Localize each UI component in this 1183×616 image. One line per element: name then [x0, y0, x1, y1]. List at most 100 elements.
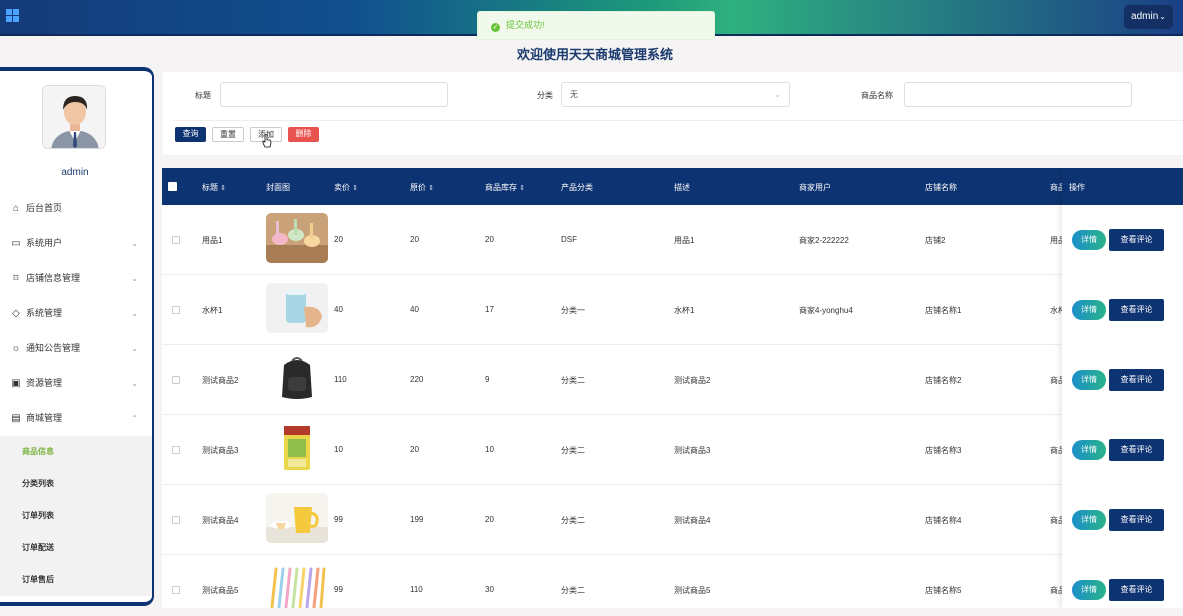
column-header-original-price[interactable]: 原价 ⇕ — [410, 182, 434, 193]
sidebar-item-system-mgmt[interactable]: ◇ 系统管理 ⌄ — [0, 296, 152, 331]
sidebar-item-home[interactable]: ⌂ 后台首页 — [0, 191, 152, 226]
table-row: 测试商品2 110 220 9 分类二 测试商品2 店铺名称2 商品 — [162, 345, 1183, 415]
cell-original-price: 40 — [410, 305, 419, 314]
view-reviews-button[interactable]: 查看评论 — [1109, 579, 1164, 601]
category-filter-label: 分类 — [537, 91, 553, 100]
sidebar-item-label: 系统用户 — [26, 238, 63, 248]
chevron-down-icon: ⌄ — [131, 344, 138, 353]
sidebar-item-label: 店铺信息管理 — [26, 273, 81, 283]
column-header-price[interactable]: 卖价 ⇕ — [334, 182, 358, 193]
cell-original-price: 199 — [410, 515, 424, 524]
cell-category: 分类一 — [561, 306, 585, 315]
cell-merchant: 商家4-yonghu4 — [799, 306, 853, 315]
view-reviews-button[interactable]: 查看评论 — [1109, 299, 1164, 321]
column-header-shop: 店铺名称 — [925, 183, 957, 192]
search-panel: 标题 分类 无⌄ 商品名称 查询 重置 添加 删除 — [163, 72, 1183, 155]
name-filter-input[interactable] — [904, 82, 1132, 107]
cell-shop: 店铺名称3 — [925, 446, 962, 455]
cell-stock: 9 — [485, 375, 490, 384]
cell-stock: 20 — [485, 235, 494, 244]
cell-original-price: 20 — [410, 235, 419, 244]
cell-price: 99 — [334, 515, 343, 524]
table-row: 测试商品3 10 20 10 分类二 测试商品3 店铺名称3 商品 — [162, 415, 1183, 485]
cell-shop: 店铺2 — [925, 236, 946, 245]
reset-button[interactable]: 重置 — [212, 127, 244, 142]
cell-price: 10 — [334, 445, 343, 454]
sidebar-item-system-users[interactable]: ▭ 系统用户 ⌄ — [0, 226, 152, 261]
row-checkbox[interactable] — [172, 376, 180, 384]
cell-price: 40 — [334, 305, 343, 314]
cell-title: 测试商品4 — [202, 516, 239, 525]
user-menu-button[interactable]: admin⌄ — [1124, 5, 1173, 29]
sidebar-subitem-orders[interactable]: 订单列表 — [0, 500, 152, 532]
cell-category: 分类二 — [561, 516, 585, 525]
header-label: 标题 — [202, 183, 218, 192]
sidebar-subitem-after-sales[interactable]: 订单售后 — [0, 564, 152, 596]
cell-description: 水杯1 — [674, 306, 695, 315]
sidebar-subitem-products[interactable]: 商品信息 — [0, 436, 152, 468]
cell-original-price: 110 — [410, 585, 423, 594]
header-label: 原价 — [410, 183, 426, 192]
title-filter-label: 标题 — [195, 91, 211, 100]
menu-grid-icon[interactable] — [6, 9, 19, 22]
column-header-category: 产品分类 — [561, 183, 593, 192]
product-cover-image — [266, 213, 328, 263]
sidebar-subitem-delivery[interactable]: 订单配送 — [0, 532, 152, 564]
detail-button[interactable]: 详情 — [1072, 300, 1106, 320]
view-reviews-button[interactable]: 查看评论 — [1109, 509, 1164, 531]
cell-description: 测试商品2 — [674, 376, 711, 385]
sidebar-item-resources[interactable]: ▣ 资源管理 ⌄ — [0, 366, 152, 401]
cell-shop: 店铺名称2 — [925, 376, 962, 385]
cell-stock: 30 — [485, 585, 494, 594]
sidebar: admin ⌂ 后台首页 ▭ 系统用户 ⌄ ⌑ 店铺信息管理 ⌄ ◇ 系统管理 ⌄ ☼ 通知公告… — [0, 67, 154, 606]
table-row: 测试商品5 99 110 30 分类二 测试商品5 店铺名称5 商品 — [162, 555, 1183, 608]
header-label: 商品库存 — [485, 183, 517, 192]
query-button[interactable]: 查询 — [175, 127, 206, 142]
product-cover-image — [266, 563, 328, 608]
cell-description: 测试商品5 — [674, 586, 711, 595]
sidebar-item-mall[interactable]: ▤ 商城管理 ⌃ — [0, 401, 152, 436]
detail-button[interactable]: 详情 — [1072, 230, 1106, 250]
cell-title: 水杯1 — [202, 306, 223, 315]
sidebar-item-label: 资源管理 — [26, 378, 63, 388]
category-select[interactable]: 无 ⌄ — [561, 82, 790, 107]
hand-cursor-icon — [262, 134, 272, 148]
detail-button[interactable]: 详情 — [1072, 580, 1106, 600]
cell-original-price: 20 — [410, 445, 419, 454]
cell-title: 测试商品5 — [202, 586, 239, 595]
select-all-checkbox[interactable] — [168, 182, 177, 191]
row-checkbox[interactable] — [172, 516, 180, 524]
row-checkbox[interactable] — [172, 236, 180, 244]
view-reviews-button[interactable]: 查看评论 — [1109, 369, 1164, 391]
detail-button[interactable]: 详情 — [1072, 510, 1106, 530]
column-header-description: 描述 — [674, 183, 690, 192]
column-header-stock[interactable]: 商品库存 ⇕ — [485, 182, 525, 193]
cell-price: 110 — [334, 375, 347, 384]
view-reviews-button[interactable]: 查看评论 — [1109, 229, 1164, 251]
row-checkbox[interactable] — [172, 306, 180, 314]
row-checkbox[interactable] — [172, 586, 180, 594]
sidebar-item-notices[interactable]: ☼ 通知公告管理 ⌄ — [0, 331, 152, 366]
sidebar-subitem-categories[interactable]: 分类列表 — [0, 468, 152, 500]
chevron-down-icon: ⌄ — [131, 274, 138, 283]
sort-icon: ⇕ — [428, 185, 435, 192]
detail-button[interactable]: 详情 — [1072, 370, 1106, 390]
chevron-down-icon: ⌄ — [131, 309, 138, 318]
sidebar-item-label: 后台首页 — [26, 203, 63, 213]
sidebar-item-shop-info[interactable]: ⌑ 店铺信息管理 ⌄ — [0, 261, 152, 296]
table-header: 标题 ⇕ 封面图 卖价 ⇕ 原价 ⇕ 商品库存 ⇕ 产品分类 描述 商家用户 店… — [162, 168, 1183, 205]
sort-icon: ⇕ — [352, 185, 359, 192]
title-filter-input[interactable] — [220, 82, 448, 107]
sidebar-item-label: 通知公告管理 — [26, 343, 81, 353]
toast-text: 提交成功! — [506, 20, 545, 30]
sidebar-item-label: 商城管理 — [26, 413, 63, 423]
header-label: 操作 — [1069, 183, 1085, 192]
column-header-title[interactable]: 标题 ⇕ — [202, 182, 226, 193]
detail-button[interactable]: 详情 — [1072, 440, 1106, 460]
delete-button[interactable]: 删除 — [288, 127, 319, 142]
row-checkbox[interactable] — [172, 446, 180, 454]
header-label: 卖价 — [334, 183, 350, 192]
cell-title: 测试商品3 — [202, 446, 239, 455]
view-reviews-button[interactable]: 查看评论 — [1109, 439, 1164, 461]
column-header-merchant: 商家用户 — [799, 183, 831, 192]
